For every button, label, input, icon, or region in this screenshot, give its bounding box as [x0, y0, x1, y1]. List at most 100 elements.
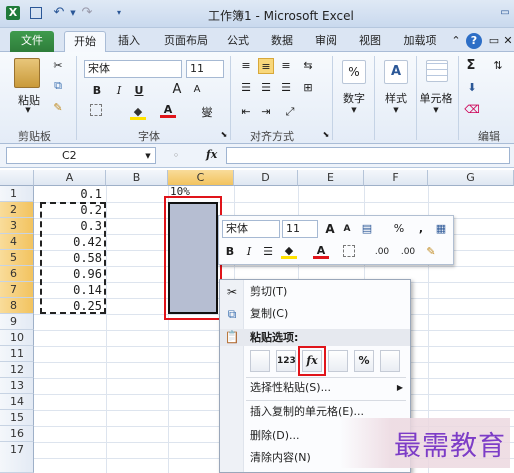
tab-addins[interactable]: 加载项 — [398, 31, 442, 52]
mini-bold-button[interactable]: B — [223, 243, 237, 261]
font-color-icon[interactable]: A — [160, 102, 176, 118]
mini-format-cells-icon[interactable]: ▦ — [433, 220, 449, 238]
name-box[interactable]: C2 — [6, 147, 156, 164]
tab-home[interactable]: 开始 — [64, 31, 106, 52]
row-header[interactable]: 3 — [0, 218, 34, 234]
insert-function-icon[interactable]: fx — [206, 148, 217, 161]
formula-bar-resize-icon[interactable]: ◦ — [168, 148, 184, 164]
shrink-font-button[interactable]: A — [190, 84, 204, 95]
row-header[interactable]: 12 — [0, 362, 34, 378]
minimize-icon[interactable]: ▭ — [498, 6, 512, 20]
clear-icon[interactable]: ⌫ — [464, 102, 480, 118]
fill-icon[interactable]: ⬇ — [464, 80, 480, 96]
align-left-icon[interactable]: ☰ — [238, 80, 254, 96]
tab-data[interactable]: 数据 — [266, 31, 298, 52]
number-button[interactable]: 数字 — [338, 90, 370, 106]
tab-view[interactable]: 视图 — [354, 31, 386, 52]
cell-a1[interactable]: 0.1 — [34, 186, 106, 202]
row-header[interactable]: 5 — [0, 250, 34, 266]
row-header[interactable]: 2 — [0, 202, 34, 218]
align-top-icon[interactable]: ≡ — [238, 58, 254, 74]
paste-formatting-button[interactable]: % — [354, 350, 374, 372]
format-painter-icon[interactable]: ✎ — [50, 100, 66, 116]
menu-item-clear-contents[interactable]: 清除内容(N) — [250, 450, 311, 466]
row-header[interactable]: 10 — [0, 330, 34, 346]
select-all-corner[interactable] — [0, 170, 34, 186]
close-icon[interactable]: ✕ — [502, 31, 514, 52]
cells-dropdown-icon[interactable]: ▼ — [430, 106, 442, 114]
paste-icon[interactable] — [14, 58, 40, 88]
mini-fill-color-icon[interactable]: ◆ — [281, 243, 297, 259]
fill-color-icon[interactable]: ◆ — [130, 104, 146, 120]
paste-button[interactable] — [250, 350, 270, 372]
mini-border-icon[interactable] — [343, 245, 355, 257]
mini-format-painter-icon[interactable]: ✎ — [423, 243, 439, 261]
styles-dropdown-icon[interactable]: ▼ — [390, 106, 402, 114]
mini-font-size-select[interactable]: 11 — [282, 220, 318, 238]
mini-format-icon[interactable]: ▤ — [359, 220, 375, 238]
row-header[interactable]: 7 — [0, 282, 34, 298]
restore-icon[interactable]: ▭ — [488, 31, 500, 52]
decrease-indent-icon[interactable]: ⇤ — [238, 104, 254, 120]
tab-insert[interactable]: 插入 — [112, 31, 146, 52]
number-format-icon[interactable]: % — [342, 60, 366, 84]
italic-button[interactable]: I — [112, 84, 126, 97]
menu-item-paste-special[interactable]: 选择性粘贴(S)... — [250, 380, 331, 396]
column-header-f[interactable]: F — [364, 170, 428, 186]
align-bottom-icon[interactable]: ≡ — [278, 58, 294, 74]
mini-comma-button[interactable]: , — [415, 220, 427, 238]
row-header[interactable]: 9 — [0, 314, 34, 330]
styles-icon[interactable]: A — [384, 60, 408, 84]
menu-item-copy[interactable]: 复制(C) — [250, 306, 288, 322]
mini-italic-button[interactable]: I — [243, 243, 255, 261]
increase-indent-icon[interactable]: ⇥ — [258, 104, 274, 120]
collapse-ribbon-icon[interactable]: ⌃ — [450, 31, 462, 52]
mini-shrink-font-icon[interactable]: A — [341, 220, 353, 238]
column-header-e[interactable]: E — [298, 170, 364, 186]
row-header[interactable]: 17 — [0, 442, 34, 473]
save-icon[interactable] — [30, 7, 42, 19]
bold-button[interactable]: B — [90, 84, 104, 97]
column-header-d[interactable]: D — [234, 170, 298, 186]
row-header[interactable]: 6 — [0, 266, 34, 282]
grow-font-button[interactable]: A — [170, 82, 184, 97]
tab-formulas[interactable]: 公式 — [222, 31, 254, 52]
orientation-icon[interactable]: ⤢ — [282, 104, 298, 120]
row-header[interactable]: 16 — [0, 426, 34, 442]
row-header[interactable]: 11 — [0, 346, 34, 362]
undo-icon[interactable]: ↶ — [52, 6, 66, 20]
mini-percent-button[interactable]: % — [391, 220, 407, 238]
border-icon[interactable] — [90, 104, 102, 116]
mini-font-color-icon[interactable]: A — [313, 243, 329, 259]
phonetic-button[interactable]: 燮 — [198, 104, 216, 120]
cells-button[interactable]: 单元格 — [416, 90, 456, 106]
redo-icon[interactable]: ↷ — [80, 6, 94, 20]
mini-align-center-icon[interactable]: ☰ — [261, 243, 275, 261]
undo-dropdown-icon[interactable]: ▼ — [66, 6, 80, 20]
help-icon[interactable]: ? — [466, 33, 482, 49]
mini-font-name-select[interactable]: 宋体 — [222, 220, 280, 238]
tab-review[interactable]: 审阅 — [310, 31, 342, 52]
mini-grow-font-icon[interactable]: A — [323, 220, 337, 238]
underline-button[interactable]: U — [132, 84, 146, 97]
row-header[interactable]: 14 — [0, 394, 34, 410]
styles-button[interactable]: 样式 — [380, 90, 412, 106]
row-header[interactable]: 4 — [0, 234, 34, 250]
wrap-text-icon[interactable]: ⇆ — [300, 58, 316, 74]
align-right-icon[interactable]: ☰ — [278, 80, 294, 96]
tab-file[interactable]: 文件 — [10, 31, 54, 52]
merge-icon[interactable]: ⊞ — [300, 80, 316, 96]
mini-increase-decimal-button[interactable]: .00 — [371, 243, 393, 261]
column-header-a[interactable]: A — [34, 170, 106, 186]
row-header[interactable]: 8 — [0, 298, 34, 314]
font-name-select[interactable]: 宋体 — [84, 60, 182, 78]
autosum-button[interactable]: Σ — [464, 58, 478, 73]
row-header[interactable]: 13 — [0, 378, 34, 394]
column-header-b[interactable]: B — [106, 170, 168, 186]
cells-icon[interactable] — [426, 60, 448, 82]
copy-icon[interactable]: ⧉ — [50, 78, 66, 94]
name-box-dropdown-icon[interactable]: ▼ — [140, 148, 156, 164]
sort-filter-icon[interactable]: ⇅ — [490, 58, 506, 74]
column-header-g[interactable]: G — [428, 170, 514, 186]
paste-dropdown-icon[interactable]: ▼ — [22, 106, 34, 114]
